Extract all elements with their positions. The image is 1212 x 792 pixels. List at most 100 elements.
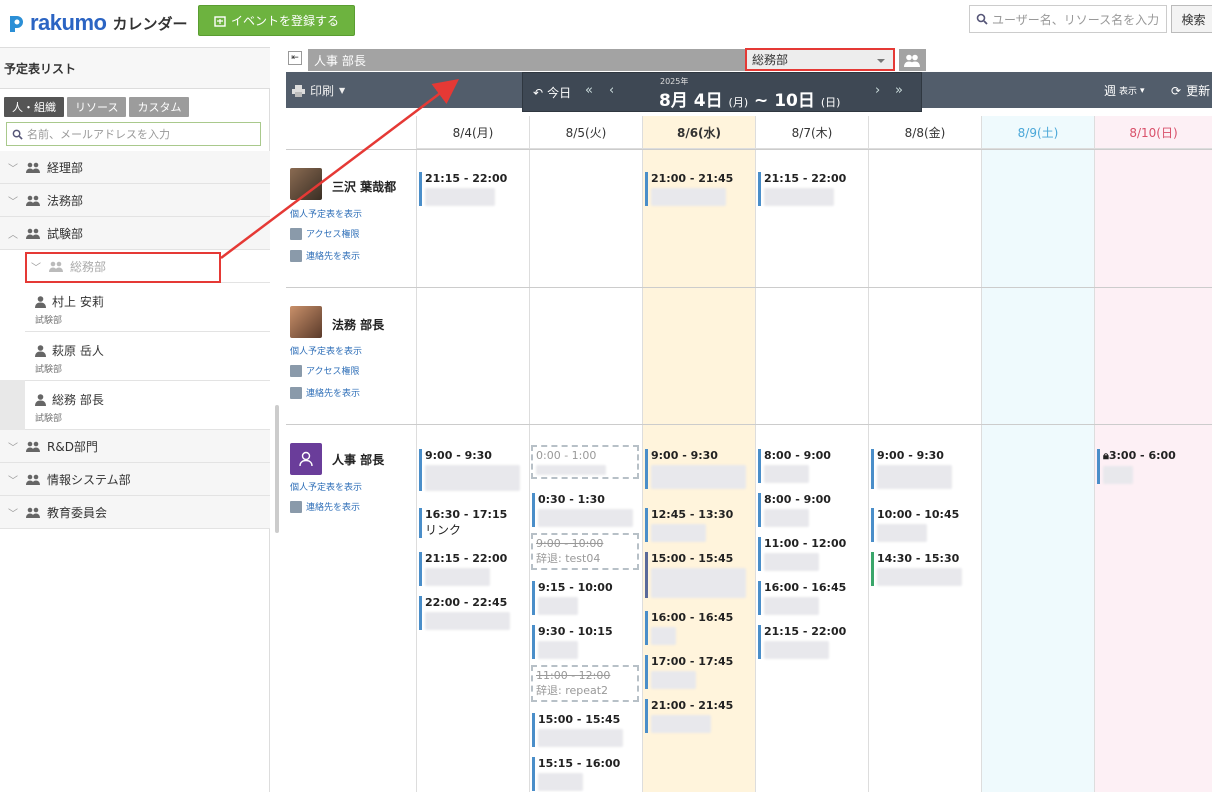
group-icon <box>26 195 40 206</box>
event-time: 9:00 - 9:30 <box>877 449 944 462</box>
event-item[interactable]: 16:00 - 16:45 <box>758 581 858 615</box>
org-group-keiri[interactable]: ﹀ 経理部 <box>0 151 270 184</box>
collapse-sidebar-icon[interactable]: ⇤ <box>288 51 302 65</box>
tab-custom[interactable]: カスタム <box>129 97 190 117</box>
view-mode-select[interactable]: 週表示 ▾ <box>1104 82 1145 99</box>
add-event-button[interactable]: イベントを登録する <box>198 5 355 36</box>
event-item[interactable]: 10:00 - 10:45 <box>871 508 971 542</box>
event-item[interactable]: 9:00 - 9:30 <box>645 449 746 489</box>
event-item[interactable]: 9:15 - 10:00 <box>532 581 632 615</box>
org-group-shiken[interactable]: ︿ 試験部 <box>0 217 270 250</box>
link-personal-schedule[interactable]: 個人予定表を表示 <box>290 480 362 493</box>
person-name[interactable]: 人事 部長 <box>332 451 384 468</box>
user-search-input[interactable]: ユーザー名、リソース名を入力 <box>969 5 1167 33</box>
event-item[interactable]: 21:15 - 22:00 <box>419 172 519 206</box>
person-name[interactable]: 三沢 葉哉都 <box>332 178 396 195</box>
chevron-up-icon[interactable]: ︿ <box>8 226 20 241</box>
event-item[interactable]: 16:00 - 16:45 <box>645 611 745 645</box>
event-title: リンク <box>425 523 462 537</box>
event-item[interactable]: 🔒︎3:00 - 6:00 <box>1097 449 1197 484</box>
event-item[interactable]: 15:00 - 15:45 <box>532 713 632 747</box>
next-month-icon[interactable]: » <box>895 83 903 98</box>
event-item[interactable]: 15:15 - 16:00 <box>532 757 632 791</box>
add-users-button[interactable] <box>899 49 926 71</box>
event-title-blurred <box>764 597 819 615</box>
day-header-tue[interactable]: 8/5(火) <box>529 116 642 149</box>
member-item[interactable]: 村上 安莉 試験部 <box>25 283 270 332</box>
event-item-tentative[interactable]: 0:00 - 1:00 <box>531 445 639 479</box>
rakumo-logo-icon <box>10 16 23 32</box>
chevron-down-icon[interactable]: ﹀ <box>8 439 20 454</box>
sidebar-search-input[interactable]: 名前、メールアドレスを入力 <box>6 122 261 146</box>
event-item[interactable]: 8:00 - 9:00 <box>758 493 858 527</box>
event-item[interactable]: 12:45 - 13:30 <box>645 508 745 542</box>
event-item[interactable]: 21:15 - 22:00 <box>758 172 858 206</box>
chevron-down-icon[interactable]: ﹀ <box>8 160 20 175</box>
event-item[interactable]: 17:00 - 17:45 <box>645 655 745 689</box>
member-item[interactable]: 萩原 岳人 試験部 <box>25 332 270 381</box>
org-group-kyouiku[interactable]: ﹀ 教育委員会 <box>0 496 270 529</box>
event-title-blurred <box>764 641 829 659</box>
person-name[interactable]: 法務 部長 <box>332 316 384 333</box>
refresh-label: 更新 <box>1186 84 1211 98</box>
day-header-sun[interactable]: 8/10(日) <box>1094 116 1212 149</box>
event-item[interactable]: 9:00 - 9:30 <box>419 449 520 491</box>
event-item[interactable]: 15:00 - 15:45 <box>645 552 746 598</box>
event-item[interactable]: 9:30 - 10:15 <box>532 625 632 659</box>
grid-line <box>755 116 756 792</box>
day-header-fri[interactable]: 8/8(金) <box>868 116 981 149</box>
event-item[interactable]: 21:00 - 21:45 <box>645 699 745 733</box>
event-item[interactable]: 14:30 - 15:30 <box>871 552 971 586</box>
member-item[interactable]: 総務 部長 試験部 <box>25 381 270 430</box>
event-item[interactable]: 9:00 - 9:30 <box>871 449 971 489</box>
chevron-down-icon[interactable]: ﹀ <box>8 193 20 208</box>
event-item[interactable]: 21:15 - 22:00 <box>419 552 519 586</box>
avatar[interactable] <box>290 306 322 338</box>
day-header-wed[interactable]: 8/6(水) <box>642 116 755 149</box>
prev-week-icon[interactable]: ‹ <box>609 83 614 98</box>
range-tilde: ~ <box>754 91 769 111</box>
event-item[interactable]: 11:00 - 12:00 <box>758 537 858 571</box>
app-logo[interactable]: rakumo カレンダー <box>8 10 188 36</box>
event-title-blurred <box>425 188 495 206</box>
search-button[interactable]: 検索 <box>1171 5 1212 33</box>
event-item[interactable]: 16:30 - 17:15 リンク <box>419 508 519 538</box>
org-group-houmu[interactable]: ﹀ 法務部 <box>0 184 270 217</box>
refresh-button[interactable]: ⟳ 更新 <box>1171 82 1210 99</box>
event-item[interactable]: 8:00 - 9:00 <box>758 449 858 483</box>
event-item[interactable]: 21:15 - 22:00 <box>758 625 858 659</box>
link-personal-schedule[interactable]: 個人予定表を表示 <box>290 344 362 357</box>
chevron-down-icon[interactable]: ﹀ <box>8 505 20 520</box>
org-group-rnd[interactable]: ﹀ R&D部門 <box>0 430 270 463</box>
org-group-jouhou[interactable]: ﹀ 情報システム部 <box>0 463 270 496</box>
tab-resource[interactable]: リソース <box>67 97 127 117</box>
print-button[interactable]: 印刷 ▼ <box>292 82 345 99</box>
event-item-declined[interactable]: 11:00 - 12:00 辞退: repeat2 <box>531 665 639 702</box>
event-item[interactable]: 0:30 - 1:30 <box>532 493 633 527</box>
tab-people-org[interactable]: 人・組織 <box>4 97 64 117</box>
group-select[interactable]: 総務部 <box>745 48 895 71</box>
avatar[interactable] <box>290 443 322 475</box>
link-contact[interactable]: 連絡先を表示 <box>290 386 360 399</box>
link-access-permission[interactable]: アクセス権限 <box>290 227 360 240</box>
today-button[interactable]: ↶ 今日 <box>533 84 571 101</box>
day-header-thu[interactable]: 8/7(木) <box>755 116 868 149</box>
chevron-down-icon[interactable]: ﹀ <box>8 472 20 487</box>
event-item-declined[interactable]: 9:00 - 10:00 辞退: test04 <box>531 533 639 570</box>
link-contact[interactable]: 連絡先を表示 <box>290 500 360 513</box>
event-item[interactable]: 21:00 - 21:45 <box>645 172 745 206</box>
event-title: 辞退: repeat2 <box>536 684 609 697</box>
avatar[interactable] <box>290 168 322 200</box>
link-personal-schedule[interactable]: 個人予定表を表示 <box>290 207 362 220</box>
chevron-down-icon: ▾ <box>1140 85 1145 96</box>
product-name: カレンダー <box>112 14 188 33</box>
event-item[interactable]: 22:00 - 22:45 <box>419 596 519 630</box>
day-header-sat[interactable]: 8/9(土) <box>981 116 1094 149</box>
next-week-icon[interactable]: › <box>875 83 880 98</box>
link-access-permission[interactable]: アクセス権限 <box>290 364 360 377</box>
day-header-mon[interactable]: 8/4(月) <box>416 116 529 149</box>
link-contact[interactable]: 連絡先を表示 <box>290 249 360 262</box>
prev-month-icon[interactable]: « <box>585 83 593 98</box>
app-header: rakumo カレンダー イベントを登録する ユーザー名、リソース名を入力 検索 <box>0 0 1212 44</box>
sidebar-scrollbar[interactable] <box>275 405 279 533</box>
